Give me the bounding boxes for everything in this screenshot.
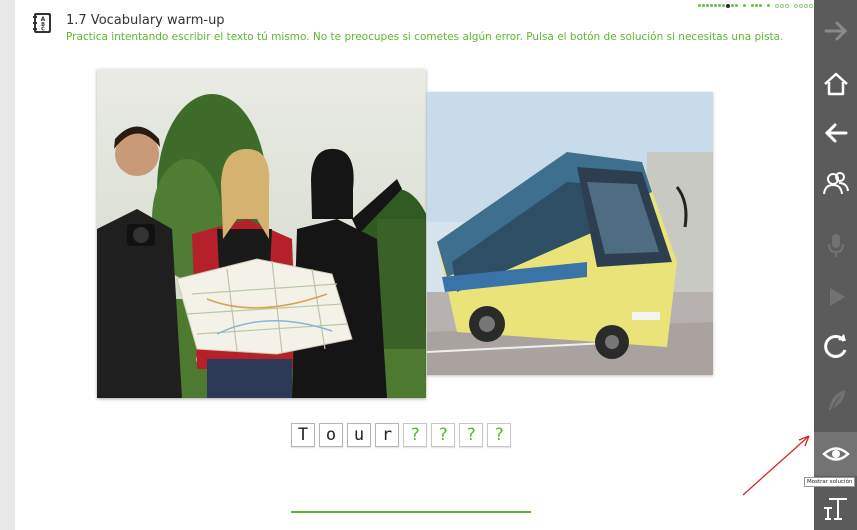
users-button[interactable] xyxy=(814,163,857,203)
users-icon xyxy=(822,172,849,195)
progress-gap xyxy=(771,4,774,8)
progress-gap xyxy=(790,4,793,8)
progress-dot xyxy=(706,4,709,7)
progress-gap xyxy=(763,4,766,8)
progress-dot xyxy=(785,4,789,8)
progress-dot xyxy=(722,4,725,7)
sidebar-toolbar xyxy=(814,0,857,530)
page-title: 1.7 Vocabulary warm-up xyxy=(66,13,225,28)
progress-dot xyxy=(710,4,713,7)
exercise-panel: A B C 1.7 Vocabulary warm-up Practica in… xyxy=(15,0,814,530)
progress-dot xyxy=(809,4,813,8)
vocabulary-book-icon: A B C xyxy=(33,12,53,34)
progress-dot xyxy=(702,4,705,7)
letter-tile-hidden: ? xyxy=(403,423,427,447)
reset-button[interactable] xyxy=(814,326,857,366)
letter-tile-hidden: ? xyxy=(431,423,455,447)
progress-dot xyxy=(735,4,738,7)
progress-dot xyxy=(799,4,803,8)
progress-indicator xyxy=(698,3,813,8)
progress-dot xyxy=(726,3,730,8)
progress-gap xyxy=(739,4,742,8)
progress-dot xyxy=(718,4,721,7)
letter-tile-hidden: ? xyxy=(459,423,483,447)
write-button[interactable] xyxy=(814,381,857,421)
progress-dot xyxy=(698,4,701,7)
record-button[interactable] xyxy=(814,225,857,265)
text-icon xyxy=(823,498,847,520)
progress-dot xyxy=(743,4,746,7)
letter-tile: u xyxy=(347,423,371,447)
progress-dot xyxy=(751,4,754,7)
progress-dot xyxy=(794,4,798,8)
progress-dot xyxy=(767,4,770,7)
play-button[interactable] xyxy=(814,277,857,317)
answer-letter-tiles: To u r???? xyxy=(291,423,511,447)
eye-icon xyxy=(821,447,850,461)
instructions-text: Practica intentando escribir el texto tú… xyxy=(66,31,784,43)
home-icon xyxy=(823,72,848,96)
arrow-right-icon xyxy=(824,21,847,41)
refresh-icon xyxy=(823,334,846,358)
play-icon xyxy=(829,288,845,306)
coach-bus-photo xyxy=(427,92,713,375)
letter-tile: r xyxy=(375,423,399,447)
progress-dot xyxy=(780,4,784,8)
back-button[interactable] xyxy=(814,113,857,153)
answer-input-underline[interactable] xyxy=(291,511,531,513)
svg-text:C: C xyxy=(41,27,45,33)
letter-tile-hidden: ? xyxy=(487,423,511,447)
text-button[interactable] xyxy=(814,488,857,528)
progress-gap xyxy=(747,4,750,8)
progress-dot xyxy=(731,4,734,7)
next-button[interactable] xyxy=(814,11,857,51)
show-solution-button[interactable] xyxy=(814,432,857,476)
progress-dot xyxy=(714,4,717,7)
letter-tile: o xyxy=(319,423,343,447)
microphone-icon xyxy=(827,234,844,257)
progress-dot xyxy=(804,4,808,8)
annotation-arrow xyxy=(742,435,810,496)
home-button[interactable] xyxy=(814,64,857,104)
arrow-left-icon xyxy=(824,123,847,143)
tourists-with-map-photo xyxy=(97,69,426,398)
letter-tile: T xyxy=(291,423,315,447)
progress-dot xyxy=(775,4,779,8)
progress-dot xyxy=(759,4,762,7)
feather-icon xyxy=(828,390,845,410)
progress-dot xyxy=(755,4,758,7)
